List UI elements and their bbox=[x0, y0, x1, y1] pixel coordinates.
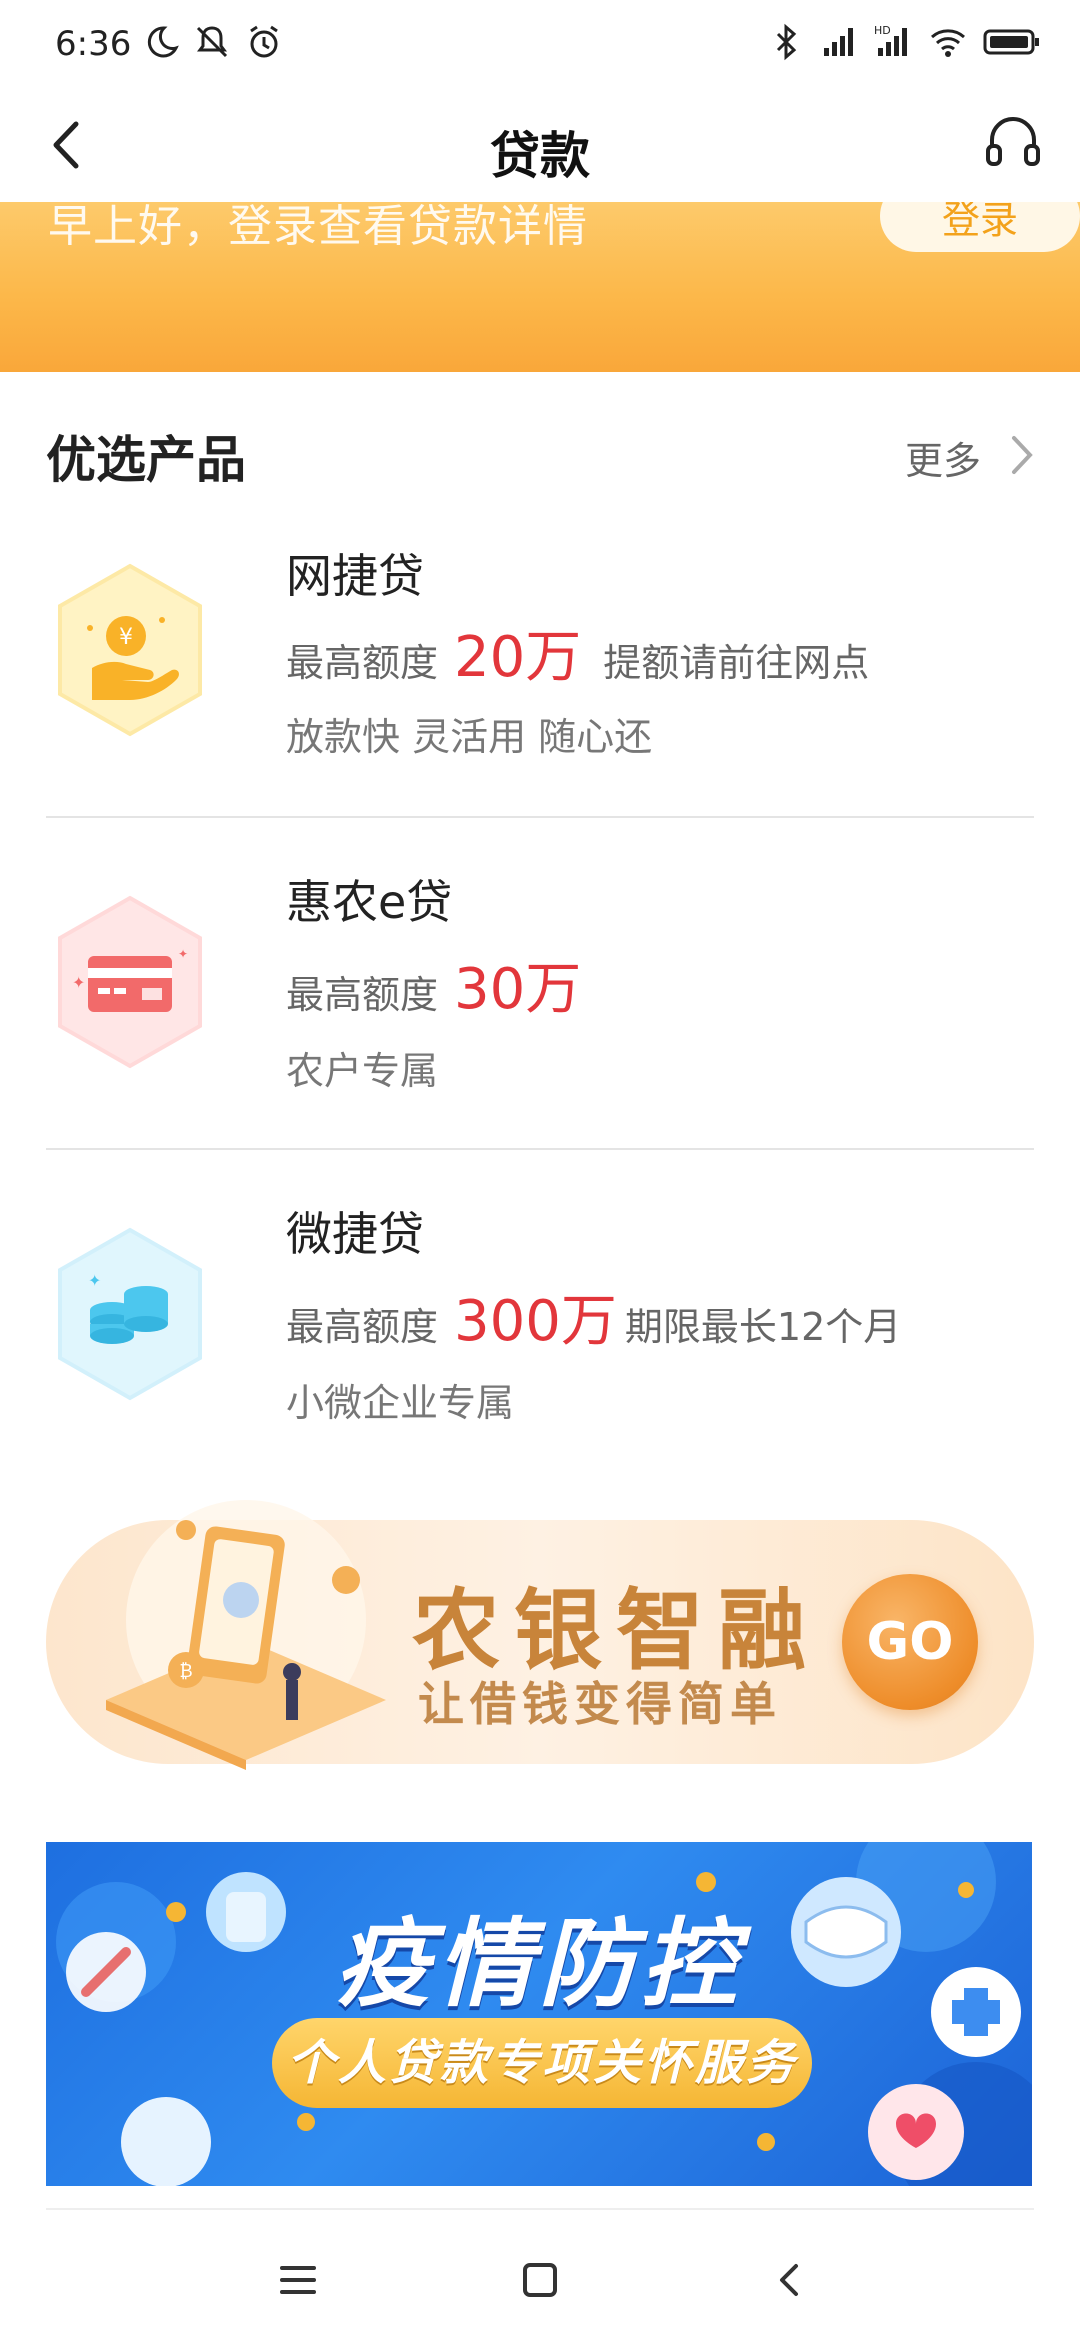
moon-icon bbox=[147, 26, 179, 58]
promo-banner[interactable]: ₿ 农银智融 让借钱变得简单 GO bbox=[46, 1500, 1034, 1770]
limit-label: 最高额度 bbox=[286, 1305, 439, 1349]
section-title: 优选产品 bbox=[46, 431, 246, 489]
home-icon[interactable] bbox=[510, 2250, 570, 2310]
go-button[interactable]: GO bbox=[842, 1574, 978, 1710]
limit-amount: 20万 bbox=[454, 625, 582, 690]
promo-subtitle: 让借钱变得简单 bbox=[418, 1677, 782, 1731]
coin-hand-icon: ¥ bbox=[58, 563, 202, 737]
wifi-icon bbox=[931, 29, 965, 57]
system-nav-bar bbox=[0, 2220, 1080, 2340]
product-note: 提额请前往网点 bbox=[603, 641, 870, 685]
coins-stack-icon: ✦ bbox=[58, 1227, 202, 1401]
nav-bar: 贷款 bbox=[0, 90, 1080, 202]
back-nav-icon[interactable] bbox=[760, 2250, 820, 2310]
bluetooth-icon bbox=[776, 23, 797, 61]
product-tag: 小微企业专属 bbox=[286, 1381, 515, 1425]
hd-signal-icon: HD bbox=[874, 24, 907, 56]
product-note: 期限最长12个月 bbox=[624, 1305, 902, 1349]
svg-text:₿: ₿ bbox=[179, 1661, 192, 1682]
alarm-icon bbox=[250, 25, 278, 58]
card-icon: ✦ ✦ bbox=[58, 895, 202, 1069]
svg-text:✦: ✦ bbox=[178, 947, 188, 961]
product-name: 微捷贷 bbox=[286, 1207, 424, 1261]
page-title: 贷款 bbox=[490, 127, 590, 185]
covid-subtitle: 个人贷款专项关怀服务 bbox=[286, 2035, 797, 2091]
svg-text:HD: HD bbox=[874, 24, 891, 37]
svg-text:✦: ✦ bbox=[72, 973, 85, 992]
divider bbox=[46, 816, 1034, 818]
chevron-right-icon[interactable] bbox=[1008, 430, 1038, 480]
silent-icon bbox=[196, 26, 228, 58]
limit-amount: 300万 bbox=[454, 1289, 617, 1354]
limit-amount: 30万 bbox=[454, 957, 582, 1022]
svg-text:¥: ¥ bbox=[119, 625, 133, 650]
limit-label: 最高额度 bbox=[286, 641, 439, 685]
status-time: 6:36 bbox=[55, 24, 132, 64]
divider bbox=[46, 1148, 1034, 1150]
product-tag: 农户专属 bbox=[286, 1049, 439, 1093]
covid-banner[interactable]: 疫情防控 个人贷款专项关怀服务 bbox=[46, 1842, 1032, 2186]
status-bar: 6:36 HD bbox=[0, 0, 1080, 90]
greeting-banner: 早上好，登录查看贷款详情 登录 bbox=[0, 202, 1080, 372]
product-name: 惠农e贷 bbox=[286, 875, 453, 929]
product-name: 网捷贷 bbox=[286, 549, 424, 603]
headset-icon[interactable] bbox=[982, 110, 1044, 176]
product-tag: 放款快 灵活用 随心还 bbox=[286, 715, 653, 759]
menu-icon[interactable] bbox=[268, 2250, 328, 2310]
login-button[interactable]: 登录 bbox=[880, 202, 1080, 252]
battery-icon bbox=[983, 29, 1039, 55]
signal-icon bbox=[824, 28, 853, 56]
divider bbox=[46, 2208, 1034, 2210]
covid-title: 疫情防控 bbox=[335, 1908, 743, 2020]
more-link[interactable]: 更多 bbox=[905, 430, 981, 485]
limit-label: 最高额度 bbox=[286, 973, 439, 1017]
phone-illustration: ₿ bbox=[106, 1500, 386, 1770]
greeting-text: 早上好，登录查看贷款详情 bbox=[48, 202, 588, 252]
svg-text:✦: ✦ bbox=[88, 1271, 101, 1290]
